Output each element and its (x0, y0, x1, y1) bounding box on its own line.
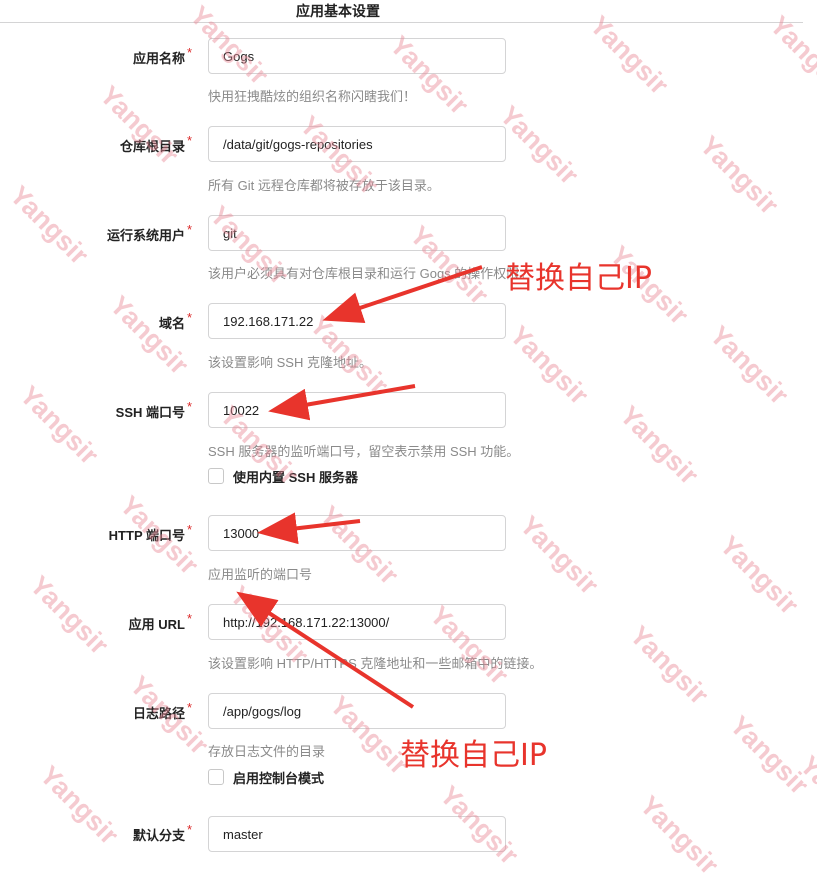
watermark-text: Yangsir (764, 10, 817, 101)
repo-root-help: 所有 Git 远程仓库都将被存放于该目录。 (208, 178, 440, 193)
repo-root-input[interactable] (208, 126, 506, 162)
log-path-help: 存放日志文件的目录 (208, 744, 326, 759)
watermark-text: Yangsir (794, 750, 817, 841)
required-mark: * (187, 45, 193, 60)
run-user-label: 运行系统用户 (106, 228, 185, 243)
watermark-text: Yangsir (14, 380, 105, 471)
watermark-text: Yangsir (614, 400, 705, 491)
required-mark: * (187, 399, 193, 414)
app-url-label: 应用 URL (128, 617, 185, 632)
console-mode-label: 启用控制台模式 (233, 770, 325, 786)
app-url-help: 该设置影响 HTTP/HTTPS 克隆地址和一些邮箱中的链接。 (208, 656, 543, 671)
ssh-port-help: SSH 服务器的监听端口号，留空表示禁用 SSH 功能。 (208, 444, 520, 459)
domain-input[interactable] (208, 303, 506, 339)
required-mark: * (187, 822, 193, 837)
watermark-text: Yangsir (624, 620, 715, 711)
default-branch-label: 默认分支 (132, 828, 185, 843)
annotation-note-bottom: 替换自己IP (400, 738, 547, 773)
console-mode-checkbox[interactable] (208, 769, 224, 785)
ssh-port-input[interactable] (208, 392, 506, 428)
app-name-label: 应用名称 (132, 51, 185, 66)
http-port-help: 应用监听的端口号 (208, 567, 313, 582)
required-mark: * (187, 133, 193, 148)
watermark-text: Yangsir (514, 510, 605, 601)
run-user-help: 该用户必须具有对仓库根目录和运行 Gogs 的操作权限。 (208, 266, 533, 281)
log-path-input[interactable] (208, 693, 506, 729)
section-title: 应用基本设置 (296, 3, 380, 19)
app-name-input[interactable] (208, 38, 506, 74)
http-port-label: HTTP 端口号 (108, 528, 185, 543)
builtin-ssh-checkbox[interactable] (208, 468, 224, 484)
default-branch-input[interactable] (208, 816, 506, 852)
watermark-text: Yangsir (584, 10, 675, 101)
watermark-text: Yangsir (504, 320, 595, 411)
log-path-label: 日志路径 (132, 706, 185, 721)
domain-help: 该设置影响 SSH 克隆地址。 (208, 355, 372, 370)
required-mark: * (187, 700, 193, 715)
watermark-text: Yangsir (694, 130, 785, 221)
builtin-ssh-row[interactable]: 使用内置 SSH 服务器 (208, 466, 358, 486)
required-mark: * (187, 522, 193, 537)
watermark-text: Yangsir (494, 100, 585, 191)
domain-label: 域名 (158, 316, 185, 331)
watermark-text: Yangsir (704, 320, 795, 411)
console-mode-row[interactable]: 启用控制台模式 (208, 767, 324, 787)
section-header: 应用基本设置 (0, 0, 803, 23)
required-mark: * (187, 611, 193, 626)
watermark-text: Yangsir (94, 80, 185, 171)
watermark-text: Yangsir (714, 530, 805, 621)
watermark-text: Yangsir (634, 790, 725, 881)
required-mark: * (187, 222, 193, 237)
app-name-help: 快用狂拽酷炫的组织名称闪瞎我们！ (208, 89, 417, 104)
http-port-input[interactable] (208, 515, 506, 551)
required-mark: * (187, 310, 193, 325)
watermark-text: Yangsir (724, 710, 815, 801)
repo-root-label: 仓库根目录 (119, 139, 185, 154)
ssh-port-label: SSH 端口号 (115, 405, 185, 420)
watermark-text: Yangsir (604, 240, 695, 331)
watermark-text: Yangsir (104, 290, 195, 381)
app-url-input[interactable] (208, 604, 506, 640)
builtin-ssh-label: 使用内置 SSH 服务器 (233, 469, 358, 485)
run-user-input[interactable] (208, 215, 506, 251)
